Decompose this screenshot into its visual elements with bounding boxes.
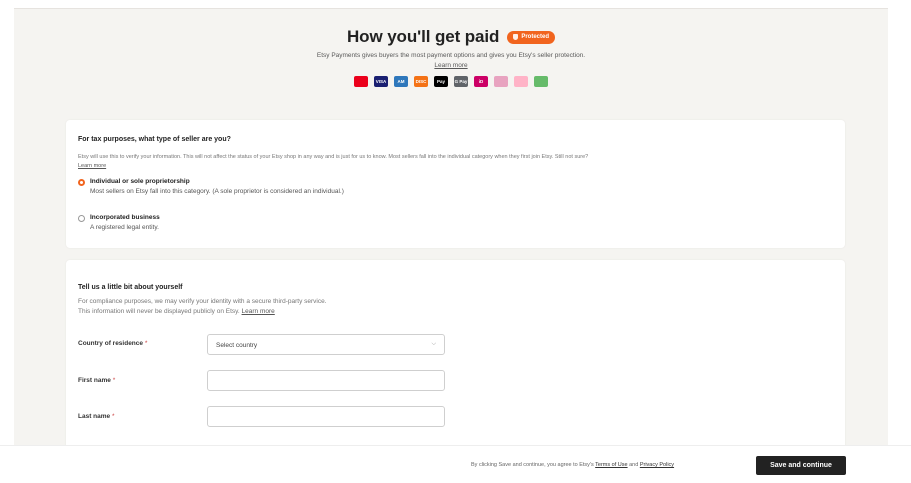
option-incorporated-label: Incorporated business bbox=[90, 214, 160, 221]
seller-type-help: Etsy will use this to verify your inform… bbox=[78, 153, 598, 170]
chevron-down-icon: ⌵ bbox=[431, 341, 436, 347]
sofort-icon bbox=[534, 76, 548, 87]
seller-type-option-incorporated[interactable]: Incorporated business A registered legal… bbox=[78, 214, 160, 231]
about-you-help-line2-row: This information will never be displayed… bbox=[78, 307, 498, 317]
google-pay-icon: G Pay bbox=[454, 76, 468, 87]
required-marker: * bbox=[111, 413, 115, 420]
legal-and: and bbox=[629, 462, 639, 468]
first-name-input[interactable] bbox=[207, 370, 445, 391]
radio-individual[interactable] bbox=[78, 179, 85, 186]
discover-icon: DISC bbox=[414, 76, 428, 87]
page-content: How you'll get paid Protected Etsy Payme… bbox=[14, 9, 888, 446]
about-you-help-line1: For compliance purposes, we may verify y… bbox=[78, 298, 327, 305]
payments-learn-more-link[interactable]: Learn more bbox=[14, 62, 888, 69]
about-you-title: Tell us a little bit about yourself bbox=[78, 284, 183, 291]
bancontact-icon bbox=[494, 76, 508, 87]
payments-subtitle: Etsy Payments gives buyers the most paym… bbox=[316, 52, 586, 59]
seller-type-option-individual[interactable]: Individual or sole proprietorship Most s… bbox=[78, 178, 344, 195]
ideal-icon: iD bbox=[474, 76, 488, 87]
payment-methods-row: VISA AM DISC Pay G Pay iD bbox=[14, 76, 888, 87]
option-individual-label: Individual or sole proprietorship bbox=[90, 178, 190, 185]
apple-pay-icon: Pay bbox=[434, 76, 448, 87]
header-title-row: How you'll get paid Protected bbox=[14, 27, 888, 47]
amex-icon: AM bbox=[394, 76, 408, 87]
footer-action-bar: By clicking Save and continue, you agree… bbox=[0, 445, 911, 483]
required-marker: * bbox=[144, 340, 148, 347]
protected-badge-label: Protected bbox=[521, 34, 549, 40]
seller-type-card: For tax purposes, what type of seller ar… bbox=[66, 120, 845, 248]
shield-icon bbox=[513, 34, 519, 40]
first-name-label: First name * bbox=[78, 377, 115, 384]
privacy-policy-link[interactable]: Privacy Policy bbox=[640, 462, 674, 468]
seller-type-title: For tax purposes, what type of seller ar… bbox=[78, 136, 231, 143]
klarna-icon bbox=[514, 76, 528, 87]
required-marker: * bbox=[112, 377, 116, 384]
seller-type-help-text: Etsy will use this to verify your inform… bbox=[78, 154, 589, 160]
option-incorporated-desc: A registered legal entity. bbox=[90, 224, 159, 231]
last-name-label-text: Last name bbox=[78, 413, 111, 420]
option-individual-text: Individual or sole proprietorship Most s… bbox=[90, 178, 344, 195]
about-you-card: Tell us a little bit about yourself For … bbox=[66, 260, 845, 446]
about-you-help: For compliance purposes, we may verify y… bbox=[78, 297, 498, 317]
radio-incorporated[interactable] bbox=[78, 215, 85, 222]
terms-of-use-link[interactable]: Terms of Use bbox=[595, 462, 627, 468]
mastercard-icon bbox=[354, 76, 368, 87]
country-select-value: Select country bbox=[216, 342, 258, 349]
last-name-label: Last name * bbox=[78, 413, 115, 420]
first-name-label-text: First name bbox=[78, 377, 111, 384]
country-label-text: Country of residence bbox=[78, 340, 144, 347]
page-title: How you'll get paid bbox=[347, 27, 500, 46]
save-and-continue-button[interactable]: Save and continue bbox=[756, 456, 846, 475]
legal-notice: By clicking Save and continue, you agree… bbox=[471, 462, 674, 468]
about-you-help-line2: This information will never be displayed… bbox=[78, 308, 240, 315]
last-name-input[interactable] bbox=[207, 406, 445, 427]
country-select[interactable]: Select country ⌵ bbox=[207, 334, 445, 355]
legal-prefix: By clicking Save and continue, you agree… bbox=[471, 462, 594, 468]
seller-type-learn-more-link[interactable]: Learn more bbox=[78, 163, 106, 169]
payments-header: How you'll get paid Protected Etsy Payme… bbox=[14, 9, 888, 119]
option-incorporated-text: Incorporated business A registered legal… bbox=[90, 214, 160, 231]
protected-badge: Protected bbox=[507, 30, 555, 44]
visa-icon: VISA bbox=[374, 76, 388, 87]
option-individual-desc: Most sellers on Etsy fall into this cate… bbox=[90, 188, 344, 195]
about-you-learn-more-link[interactable]: Learn more bbox=[242, 308, 275, 315]
country-label: Country of residence * bbox=[78, 340, 147, 347]
